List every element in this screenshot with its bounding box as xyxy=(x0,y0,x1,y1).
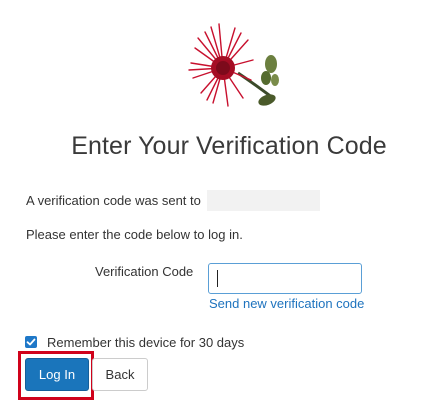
redacted-contact xyxy=(207,190,320,211)
text-caret xyxy=(217,270,218,287)
page-title: Enter Your Verification Code xyxy=(71,132,387,160)
verification-code-label: Verification Code xyxy=(95,264,194,279)
verification-code-input[interactable] xyxy=(208,263,362,294)
login-button[interactable]: Log In xyxy=(25,358,89,391)
checkmark-icon xyxy=(26,338,36,346)
send-new-code-link[interactable]: Send new verification code xyxy=(209,296,364,311)
back-button[interactable]: Back xyxy=(92,358,148,391)
ohia-lehua-flower-logo xyxy=(183,18,283,118)
sent-message: A verification code was sent to xyxy=(26,193,201,208)
remember-device-label: Remember this device for 30 days xyxy=(47,335,245,350)
remember-device-checkbox[interactable] xyxy=(25,336,37,348)
instructions-text: Please enter the code below to log in. xyxy=(26,227,243,242)
